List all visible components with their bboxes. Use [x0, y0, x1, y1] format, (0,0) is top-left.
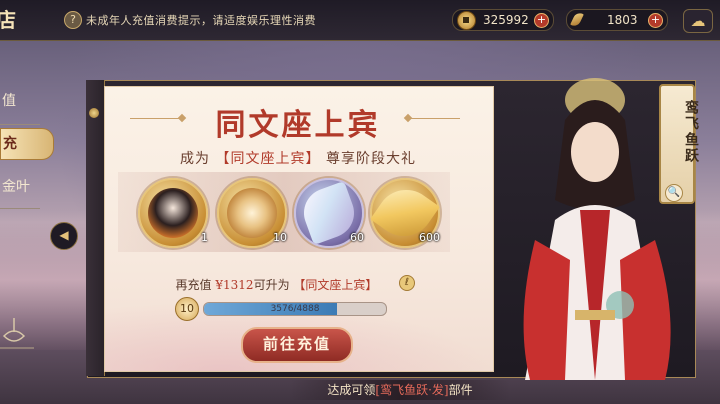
feather-value: 1803	[607, 13, 638, 27]
vip-level-badge: 10	[175, 297, 199, 321]
lamp-ornament-icon	[0, 318, 34, 349]
left-nav: 值 充 金叶	[0, 70, 70, 320]
coin-counter: 325992 +	[452, 9, 554, 31]
subtitle-post: 尊享阶段大礼	[325, 151, 416, 167]
reward-count: 10	[273, 231, 287, 244]
subtitle-pre: 成为	[180, 151, 211, 167]
rail-gem-icon	[89, 108, 99, 118]
reward-count: 600	[419, 231, 440, 244]
avatar-frame-icon	[148, 188, 198, 238]
reward-pearl-ornament[interactable]: 10	[217, 178, 287, 248]
recharge-mid: 可升为	[253, 278, 290, 292]
add-feathers-button[interactable]: +	[648, 13, 663, 28]
footer-reward-note: 达成可领[鸾飞鱼跃·发]部件	[290, 380, 510, 400]
reward-count: 60	[350, 231, 364, 244]
reward-golden-feather[interactable]: 600	[370, 178, 440, 248]
minor-notice: 未成年人充值消费提示，请适度娱乐理性消费	[86, 14, 316, 27]
rank-title: 同文座上宾	[215, 108, 381, 143]
footer-pre: 达成可领	[327, 383, 376, 397]
feather-icon	[570, 11, 584, 28]
footer-item: [鸾飞鱼跃·发]	[375, 383, 449, 397]
recharge-pre: 再充值	[175, 278, 212, 292]
frame-rail	[86, 80, 105, 376]
reward-avatar-frame[interactable]: 1	[138, 178, 208, 248]
nav-item-1[interactable]: 充	[0, 128, 54, 160]
reward-count: 1	[201, 231, 208, 244]
reward-crystal-leaf[interactable]: 60	[294, 178, 364, 248]
nav-divider	[0, 208, 40, 209]
progress-text: 3576/4888	[270, 304, 320, 314]
character-tag-text: 鸾飞鱼跃	[683, 100, 699, 164]
add-coins-button[interactable]: +	[534, 13, 549, 28]
coin-icon	[457, 11, 476, 30]
nav-item-2[interactable]: 金叶	[0, 172, 60, 202]
store-title: 店	[0, 8, 16, 32]
feather-counter: 1803 +	[566, 9, 668, 31]
prev-arrow-icon[interactable]: ◀	[50, 222, 78, 250]
info-icon[interactable]: ℓ	[399, 275, 415, 291]
coin-value: 325992	[483, 13, 529, 27]
zoom-icon[interactable]: 🔍	[665, 184, 683, 202]
nav-item-0[interactable]: 值	[0, 86, 60, 116]
footer-post: 部件	[448, 383, 473, 397]
go-recharge-button[interactable]: 前往充值	[241, 327, 353, 363]
pearl-ornament-icon	[227, 188, 277, 238]
help-icon[interactable]: ?	[64, 11, 82, 29]
rank-subtitle: 成为 【同文座上宾】 尊享阶段大礼	[104, 148, 492, 168]
recharge-progress-bar: 3576/4888	[203, 302, 387, 316]
cloud-menu-icon[interactable]: ☁	[683, 9, 713, 33]
recharge-amount: ¥1312	[215, 278, 254, 292]
recharge-rank: 【同文座上宾】	[293, 278, 378, 292]
subtitle-rank: 【同文座上宾】	[215, 151, 321, 167]
nav-divider	[0, 124, 40, 125]
recharge-requirement: 再充值 ¥1312可升为 【同文座上宾】	[104, 276, 449, 293]
top-bar: 店 ? 未成年人充值消费提示，请适度娱乐理性消费 325992 + 1803 +…	[0, 0, 720, 41]
